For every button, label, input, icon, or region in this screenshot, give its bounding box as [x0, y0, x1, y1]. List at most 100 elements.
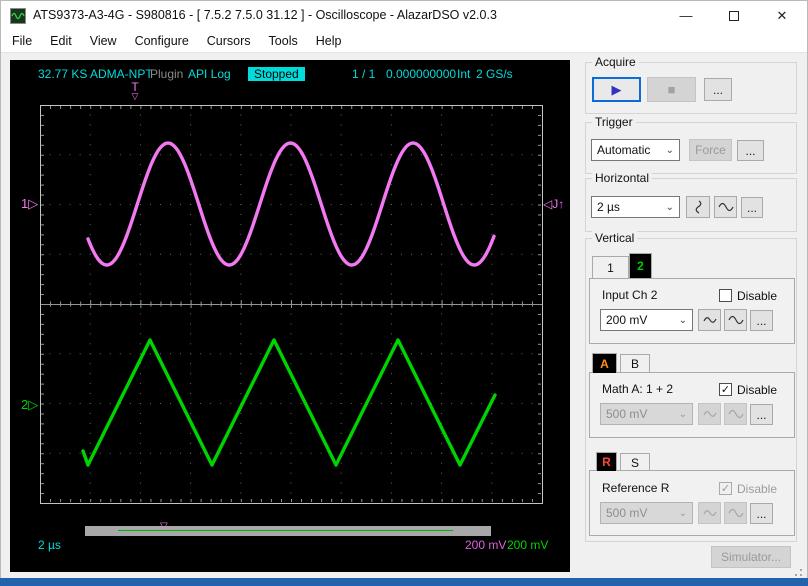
horizontal-pulse-view-button[interactable] — [686, 196, 710, 218]
input-ch2-disable-checkbox[interactable] — [719, 289, 732, 302]
waveform-canvas — [40, 105, 543, 504]
sine-icon — [717, 202, 734, 212]
minimize-button[interactable]: — — [663, 1, 709, 30]
trigger-more-button[interactable]: ... — [737, 140, 764, 161]
app-icon — [10, 8, 26, 24]
input-ch2-coupling-button[interactable] — [698, 309, 721, 331]
close-button[interactable]: ✕ — [759, 1, 805, 30]
horizontal-sine-view-button[interactable] — [714, 196, 737, 218]
math-a-coupling-button[interactable] — [698, 403, 721, 425]
stop-icon: ■ — [667, 82, 676, 97]
menu-item-edit[interactable]: Edit — [41, 31, 81, 51]
menu-item-cursors[interactable]: Cursors — [198, 31, 260, 51]
reference-r-range-value: 500 mV — [606, 506, 648, 520]
window-title: ATS9373-A3-4G - S980816 - [ 7.5.2 7.5.0 … — [33, 8, 497, 22]
sine-icon — [727, 315, 744, 325]
input-ch2-card: Input Ch 2 Disable 200 mV ⌄ ... — [589, 278, 795, 344]
reference-r-coupling-button[interactable] — [698, 502, 721, 524]
sine-icon — [727, 409, 744, 419]
acquire-group-label: Acquire — [592, 55, 639, 69]
acquire-group: Acquire ▶ ■ ... — [585, 55, 797, 114]
app-window: ATS9373-A3-4G - S980816 - [ 7.5.2 7.5.0 … — [0, 0, 808, 586]
menu-bar: File Edit View Configure Cursors Tools H… — [1, 30, 807, 53]
footer-timebase: 2 µs — [38, 538, 61, 552]
triangle-right-icon: ▷ — [28, 397, 39, 412]
acquire-start-button[interactable]: ▶ — [592, 77, 641, 102]
trigger-source-select[interactable]: Automatic ⌄ — [591, 139, 680, 161]
title-bar: ATS9373-A3-4G - S980816 - [ 7.5.2 7.5.0 … — [1, 1, 807, 30]
menu-item-configure[interactable]: Configure — [126, 31, 198, 51]
horizontal-more-button[interactable]: ... — [741, 197, 763, 218]
trigger-force-button[interactable]: Force — [689, 139, 732, 161]
play-icon: ▶ — [611, 81, 622, 97]
reference-r-bandwidth-button[interactable] — [724, 502, 747, 524]
input-ch2-disable-label: Disable — [737, 289, 778, 303]
maximize-icon — [729, 10, 739, 21]
chevron-down-icon: ⌄ — [665, 201, 674, 213]
channel2-marker[interactable]: 2▷ — [21, 397, 38, 413]
tab-reference-r[interactable]: R — [596, 452, 617, 471]
simulator-button[interactable]: Simulator... — [711, 546, 791, 568]
tab-math-b[interactable]: B — [620, 354, 650, 373]
math-a-title: Math A: 1 + 2 — [602, 382, 674, 396]
footer-ch1-scale: 200 mV — [465, 538, 507, 552]
channel1-marker[interactable]: 1▷ — [21, 196, 38, 212]
chevron-down-icon: ⌄ — [678, 314, 687, 326]
menu-item-file[interactable]: File — [3, 31, 41, 51]
reference-r-title: Reference R — [602, 481, 670, 495]
tab-channel-1[interactable]: 1 — [592, 256, 629, 278]
ac-coupling-icon — [702, 317, 717, 323]
math-a-bandwidth-button[interactable] — [724, 403, 747, 425]
acquire-more-button[interactable]: ... — [704, 78, 732, 101]
resize-grip-icon[interactable] — [795, 569, 802, 576]
math-a-range-select[interactable]: 500 mV ⌄ — [600, 403, 693, 425]
reference-r-range-select[interactable]: 500 mV ⌄ — [600, 502, 693, 524]
math-a-disable-label: Disable — [737, 383, 778, 397]
horizontal-group: Horizontal 2 µs ⌄ ... — [585, 171, 797, 232]
tab-reference-s[interactable]: S — [620, 453, 650, 471]
triangle-right-icon: ▷ — [28, 196, 39, 211]
horizontal-timebase-select[interactable]: 2 µs ⌄ — [591, 196, 680, 218]
scope-display: 32.77 KS ADMA-NPT Plugin API Log Stopped… — [10, 60, 570, 572]
menu-item-view[interactable]: View — [81, 31, 126, 51]
chevron-down-icon: ⌄ — [678, 408, 687, 420]
trigger-source-value: Automatic — [597, 143, 651, 157]
input-ch2-bandwidth-button[interactable] — [724, 309, 747, 331]
tab-math-a[interactable]: A — [592, 353, 617, 373]
sine-icon — [727, 508, 744, 518]
triangle-left-icon: ◁ — [543, 197, 553, 211]
math-a-disable-checkbox[interactable]: ✓ — [719, 383, 732, 396]
ac-coupling-icon — [702, 510, 717, 516]
arrow-up-icon: ↑ — [558, 197, 565, 211]
reference-r-disable-label: Disable — [737, 482, 778, 496]
window-bottom-edge — [0, 578, 808, 586]
footer-ch2-scale: 200 mV — [507, 538, 549, 552]
acquire-stop-button[interactable]: ■ — [647, 77, 696, 102]
tab-channel-2[interactable]: 2 — [629, 253, 652, 278]
input-ch2-more-button[interactable]: ... — [750, 310, 773, 331]
math-a-more-button[interactable]: ... — [750, 404, 773, 425]
input-ch2-range-select[interactable]: 200 mV ⌄ — [600, 309, 693, 331]
check-icon: ✓ — [720, 384, 731, 396]
horizontal-timebase-value: 2 µs — [597, 200, 620, 214]
trigger-group-label: Trigger — [592, 115, 636, 129]
menu-item-help[interactable]: Help — [307, 31, 351, 51]
menu-item-tools[interactable]: Tools — [260, 31, 307, 51]
input-ch2-title: Input Ch 2 — [602, 288, 658, 302]
trigger-level-marker[interactable]: ◁J↑ — [543, 197, 564, 211]
vertical-group: Vertical 1 2 Input Ch 2 Disable 200 mV ⌄… — [585, 231, 797, 542]
math-a-range-value: 500 mV — [606, 407, 648, 421]
reference-r-more-button[interactable]: ... — [750, 503, 773, 524]
horizontal-group-label: Horizontal — [592, 171, 653, 185]
check-icon: ✓ — [720, 483, 731, 495]
chevron-down-icon: ⌄ — [665, 144, 674, 156]
horizontal-pan-bar[interactable]: ▽ — [85, 521, 491, 536]
pan-bar-range-line — [118, 530, 453, 531]
pan-bar-trigger-thumb[interactable]: ▽ — [160, 521, 168, 532]
reference-r-disable-checkbox[interactable]: ✓ — [719, 482, 732, 495]
pulse-icon — [695, 200, 702, 214]
vertical-group-label: Vertical — [592, 231, 638, 245]
reference-r-card: Reference R ✓ Disable 500 mV ⌄ ... — [589, 470, 795, 536]
maximize-button[interactable] — [711, 1, 757, 30]
trigger-group: Trigger Automatic ⌄ Force ... — [585, 115, 797, 174]
